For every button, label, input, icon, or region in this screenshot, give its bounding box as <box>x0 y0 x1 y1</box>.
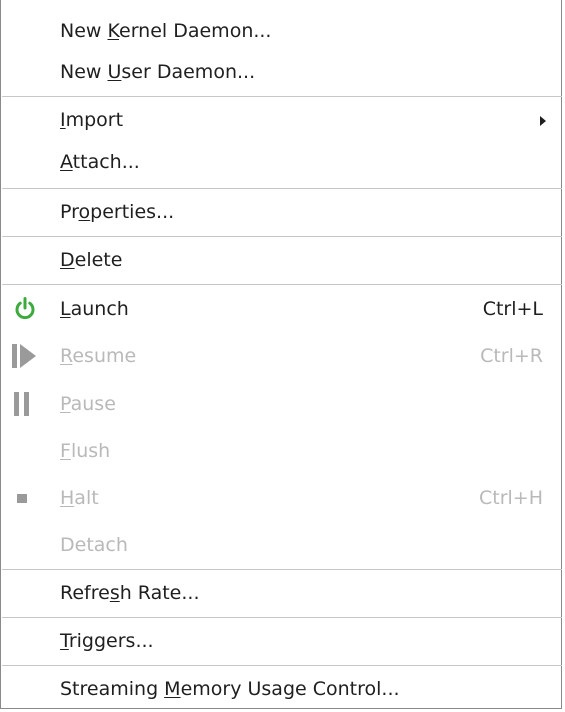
resume-icon <box>11 333 39 379</box>
menu-item-label: Detach <box>60 534 128 556</box>
menu-item-properties[interactable]: Properties... <box>1 189 561 235</box>
menu-item-label: Properties... <box>60 201 175 223</box>
menu-item-label: Refresh Rate... <box>60 582 200 604</box>
menu-item-detach[interactable]: Detach <box>1 522 561 568</box>
pause-icon <box>11 381 39 427</box>
menu-item-new-kernel-daemon[interactable]: New Kernel Daemon... <box>1 8 561 54</box>
menu-item-label: New User Daemon... <box>60 61 256 83</box>
menu-item-attach[interactable]: Attach... <box>1 139 561 185</box>
shortcut-label: Ctrl+H <box>478 487 543 509</box>
menu-item-label: Triggers... <box>60 630 154 652</box>
shortcut-label: Ctrl+R <box>480 345 543 367</box>
menu-item-import[interactable]: Import <box>1 97 561 143</box>
menu-item-launch[interactable]: Launch Ctrl+L <box>1 286 561 332</box>
menu-item-resume[interactable]: Resume Ctrl+R <box>1 333 561 379</box>
stop-icon <box>11 475 39 521</box>
menu-item-label: Delete <box>60 249 123 271</box>
power-icon <box>11 286 39 332</box>
menu-item-label: Pause <box>60 393 116 415</box>
menu-item-halt[interactable]: Halt Ctrl+H <box>1 475 561 521</box>
menu-item-flush[interactable]: Flush <box>1 428 561 474</box>
menu-item-new-user-daemon[interactable]: New User Daemon... <box>1 49 561 95</box>
menu-item-streaming-memory-usage-control[interactable]: Streaming Memory Usage Control... <box>1 666 561 712</box>
menu-item-delete[interactable]: Delete <box>1 237 561 283</box>
menu-item-triggers[interactable]: Triggers... <box>1 618 561 664</box>
menu-item-label: Halt <box>60 487 99 509</box>
menu-item-pause[interactable]: Pause <box>1 381 561 427</box>
submenu-arrow-icon <box>540 116 546 126</box>
menu-item-refresh-rate[interactable]: Refresh Rate... <box>1 570 561 616</box>
menu-item-label: Flush <box>60 440 111 462</box>
menu-item-label: Launch <box>60 298 129 320</box>
shortcut-label: Ctrl+L <box>482 298 543 320</box>
context-menu: New Kernel Daemon... New User Daemon... … <box>0 0 562 709</box>
menu-separator <box>2 284 562 285</box>
menu-item-label: Streaming Memory Usage Control... <box>60 678 400 700</box>
menu-item-label: New Kernel Daemon... <box>60 20 272 42</box>
menu-item-label: Import <box>60 109 124 131</box>
menu-item-label: Attach... <box>60 151 140 173</box>
menu-item-label: Resume <box>60 345 137 367</box>
